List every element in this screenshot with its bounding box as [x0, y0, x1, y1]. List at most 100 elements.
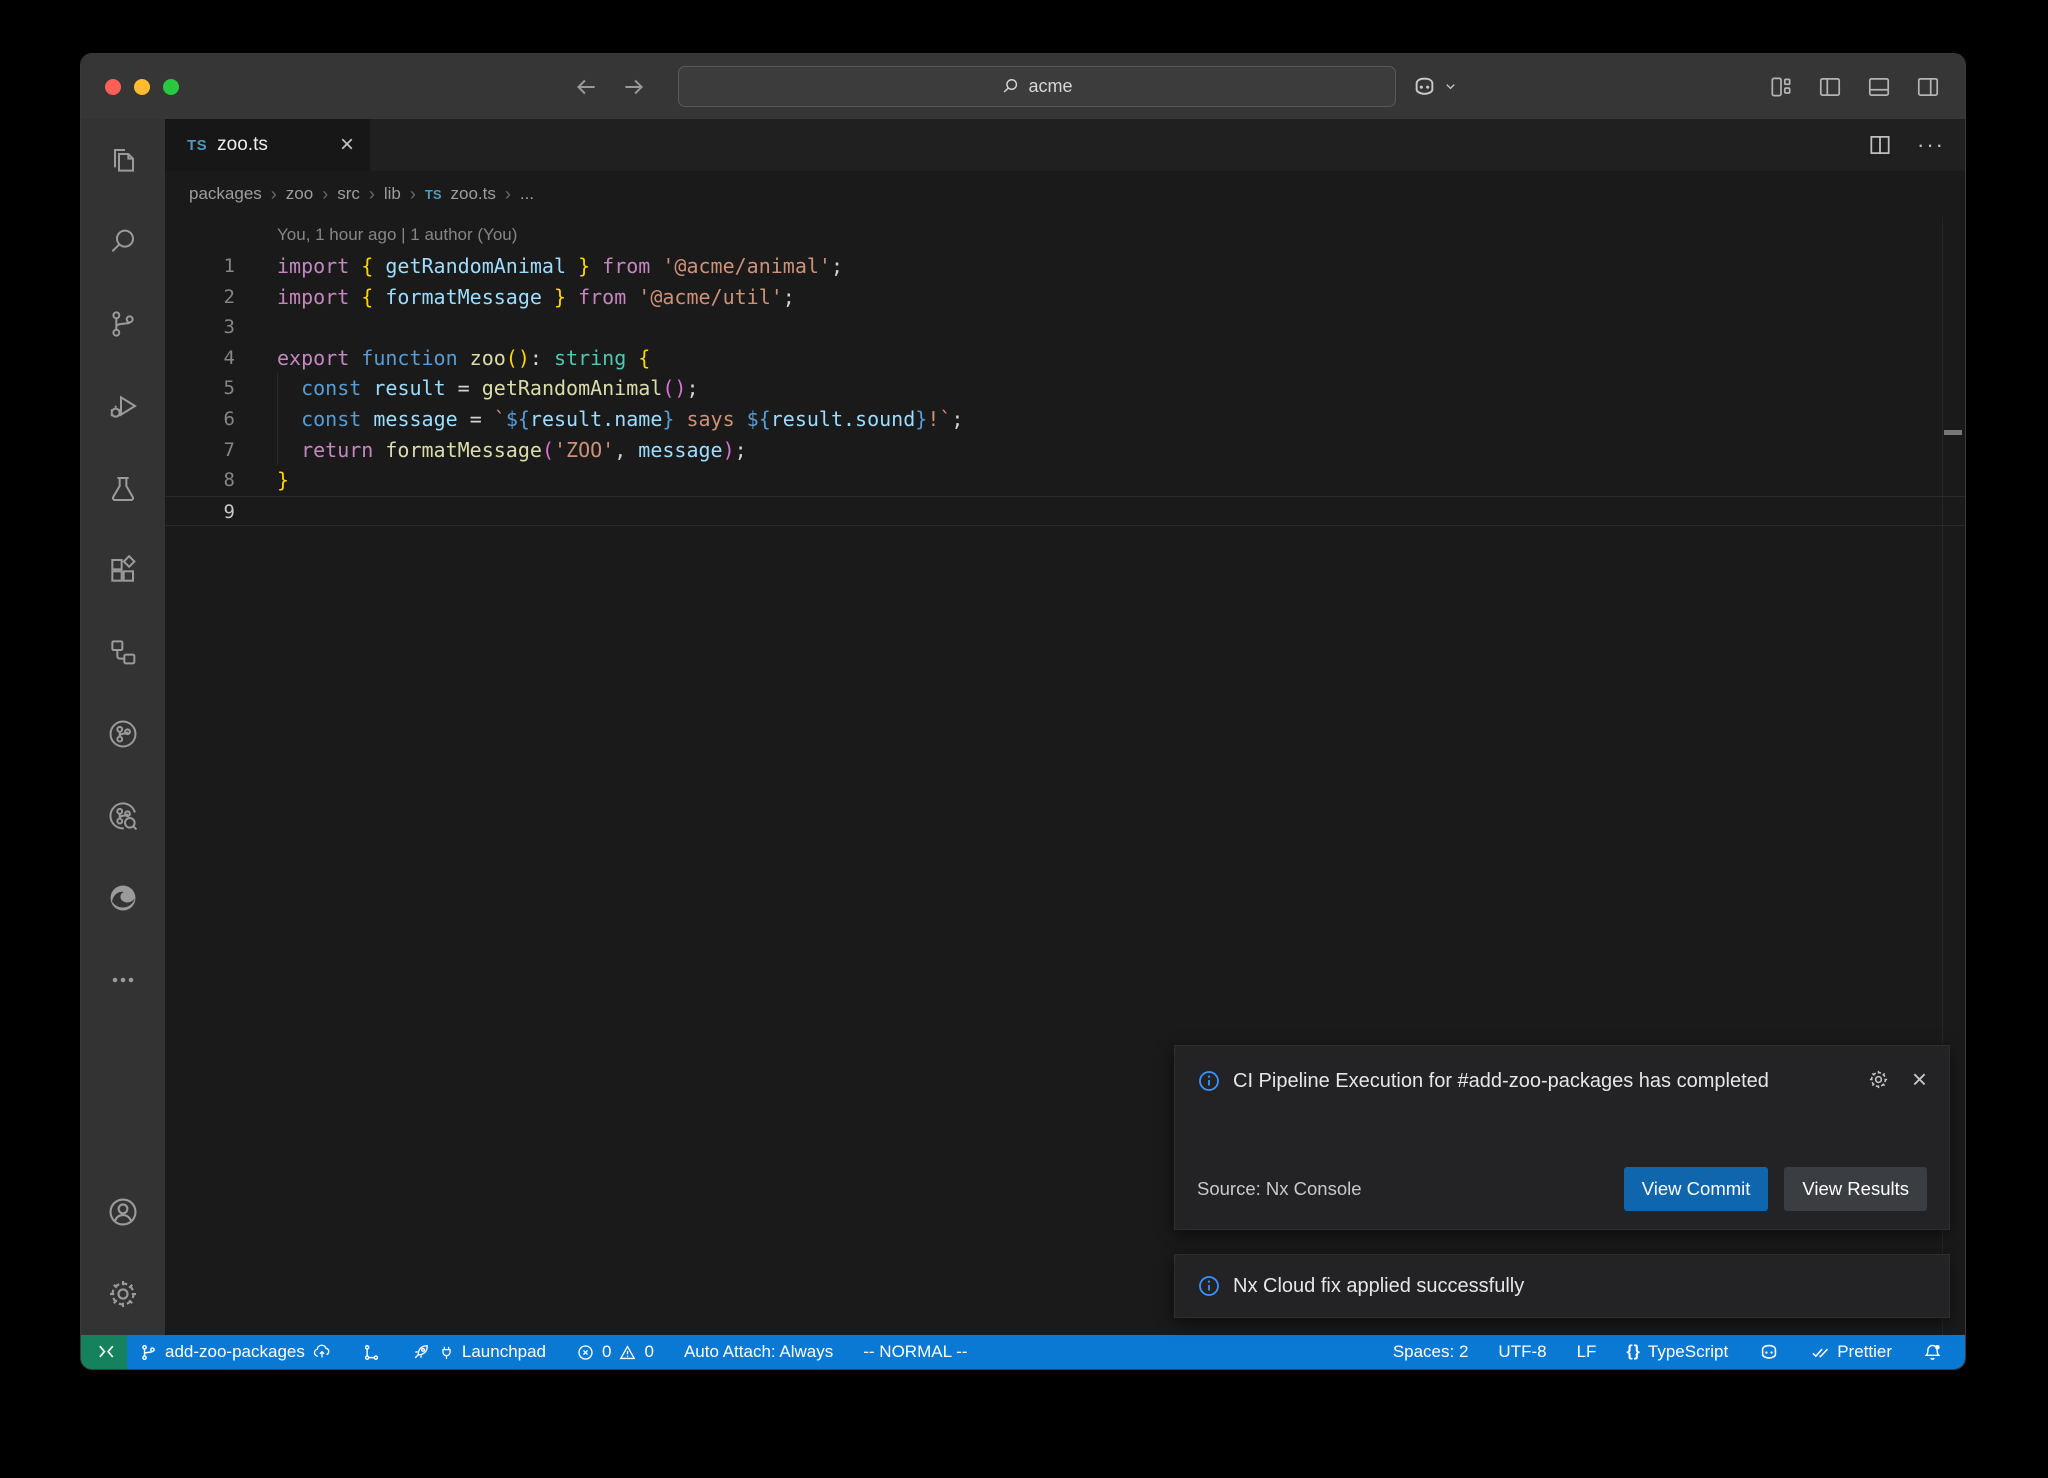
minimize-window-button[interactable] — [134, 79, 150, 95]
activity-account[interactable] — [81, 1171, 165, 1253]
code-token — [566, 254, 578, 278]
status-formatter[interactable]: Prettier — [1810, 1342, 1892, 1362]
vscode-window: acme — [80, 53, 1966, 1370]
breadcrumb-file[interactable]: zoo.ts — [451, 184, 496, 204]
gitlens-inspect-icon — [106, 799, 140, 833]
layout-controls — [1768, 54, 1941, 119]
tab-zoo-ts[interactable]: TS zoo.ts × — [165, 119, 370, 171]
activity-more-views[interactable] — [81, 939, 165, 1021]
breadcrumb-item[interactable]: zoo — [286, 184, 313, 204]
commit-graph-icon — [362, 1343, 381, 1362]
toggle-panel-icon[interactable] — [1866, 74, 1892, 100]
vim-mode-label: -- NORMAL -- — [863, 1342, 967, 1362]
status-vim-mode[interactable]: -- NORMAL -- — [863, 1342, 967, 1362]
activity-run-debug[interactable] — [81, 365, 165, 447]
bell-icon — [1922, 1342, 1943, 1363]
line-number: 3 — [165, 312, 235, 343]
breadcrumb-more[interactable]: ... — [520, 184, 534, 204]
activity-nx-console[interactable] — [81, 611, 165, 693]
code-lines: 1import { getRandomAnimal } from '@acme/… — [165, 251, 1965, 526]
code-token: : — [530, 346, 554, 370]
typescript-file-icon: TS — [187, 137, 207, 154]
status-language[interactable]: {} TypeScript — [1626, 1342, 1728, 1362]
toggle-primary-sidebar-icon[interactable] — [1817, 74, 1843, 100]
code-token: = — [446, 376, 482, 400]
line-number: 1 — [165, 251, 235, 282]
status-copilot[interactable] — [1758, 1341, 1780, 1363]
status-problems[interactable]: 0 0 — [576, 1342, 654, 1362]
breadcrumb-separator: › — [271, 184, 277, 205]
code-line[interactable]: 8} — [165, 465, 1965, 496]
code-token: '@acme/animal' — [662, 254, 831, 278]
gitlens-blame-annotation[interactable]: You, 1 hour ago | 1 author (You) — [277, 225, 1965, 249]
status-branch[interactable]: add-zoo-packages — [139, 1342, 332, 1362]
line-number: 8 — [165, 465, 235, 496]
activity-testing[interactable] — [81, 447, 165, 529]
code-token: import — [277, 285, 349, 309]
status-commit-graph[interactable] — [362, 1343, 381, 1362]
split-editor-icon[interactable] — [1867, 132, 1893, 158]
breadcrumb-separator: › — [369, 184, 375, 205]
notification-message: CI Pipeline Execution for #add-zoo-packa… — [1233, 1066, 1769, 1096]
scrollbar-slider[interactable] — [1944, 430, 1962, 435]
extensions-icon — [107, 554, 139, 586]
customize-layout-icon[interactable] — [1768, 74, 1794, 100]
breadcrumb-item[interactable]: packages — [189, 184, 262, 204]
code-token: from — [578, 285, 626, 309]
code-token: getRandomAnimal — [482, 376, 663, 400]
code-line[interactable]: 5 const result = getRandomAnimal(); — [165, 373, 1965, 404]
close-window-button[interactable] — [105, 79, 121, 95]
status-launchpad[interactable]: Launchpad — [411, 1342, 546, 1362]
status-eol[interactable]: LF — [1577, 1342, 1597, 1362]
code-line[interactable]: 9 — [165, 496, 1965, 527]
notification-close-icon[interactable]: × — [1912, 1066, 1927, 1092]
code-line[interactable]: 1import { getRandomAnimal } from '@acme/… — [165, 251, 1965, 282]
tab-close-icon[interactable]: × — [340, 133, 354, 157]
history-nav — [573, 54, 647, 119]
activity-search[interactable] — [81, 201, 165, 283]
forward-arrow-icon[interactable] — [621, 74, 647, 100]
breadcrumb-item[interactable]: lib — [384, 184, 401, 204]
code-line[interactable]: 2import { formatMessage } from '@acme/ut… — [165, 282, 1965, 313]
code-line[interactable]: 4export function zoo(): string { — [165, 343, 1965, 374]
account-icon — [106, 1195, 140, 1229]
breadcrumb-separator: › — [505, 184, 511, 205]
edge-browser-icon — [106, 881, 140, 915]
code-line[interactable]: 7 return formatMessage('ZOO', message); — [165, 435, 1965, 466]
tab-label: zoo.ts — [217, 134, 268, 156]
view-commit-button[interactable]: View Commit — [1624, 1167, 1769, 1211]
copilot-menu[interactable] — [1411, 54, 1458, 119]
line-number: 2 — [165, 282, 235, 313]
status-encoding[interactable]: UTF-8 — [1498, 1342, 1546, 1362]
code-token: , — [614, 438, 638, 462]
remote-indicator[interactable] — [81, 1335, 127, 1369]
activity-extensions[interactable] — [81, 529, 165, 611]
activity-gitlens[interactable] — [81, 693, 165, 775]
zoom-window-button[interactable] — [163, 79, 179, 95]
status-notifications-bell[interactable] — [1922, 1342, 1943, 1363]
toggle-secondary-sidebar-icon[interactable] — [1915, 74, 1941, 100]
plug-icon — [438, 1344, 455, 1361]
view-results-button[interactable]: View Results — [1784, 1167, 1927, 1211]
rocket-icon — [411, 1342, 431, 1362]
status-indentation[interactable]: Spaces: 2 — [1393, 1342, 1469, 1362]
activity-source-control[interactable] — [81, 283, 165, 365]
activity-explorer[interactable] — [81, 119, 165, 201]
code-line[interactable]: 3 — [165, 312, 1965, 343]
code-token: string — [554, 346, 626, 370]
remote-icon — [94, 1342, 114, 1362]
status-auto-attach[interactable]: Auto Attach: Always — [684, 1342, 833, 1362]
editor-more-actions-icon[interactable]: ··· — [1917, 132, 1945, 158]
breadcrumb-item[interactable]: src — [337, 184, 360, 204]
copilot-icon — [1411, 73, 1438, 100]
error-count: 0 — [602, 1342, 611, 1362]
activity-settings[interactable] — [81, 1253, 165, 1335]
command-center-search[interactable]: acme — [678, 66, 1396, 107]
code-token: result.sound — [771, 407, 916, 431]
activity-edge-tools[interactable] — [81, 857, 165, 939]
code-line[interactable]: 6 const message = `${result.name} says $… — [165, 404, 1965, 435]
activity-gitlens-inspect[interactable] — [81, 775, 165, 857]
code-token: } — [277, 468, 289, 492]
notification-settings-gear-icon[interactable] — [1867, 1068, 1890, 1091]
back-arrow-icon[interactable] — [573, 74, 599, 100]
